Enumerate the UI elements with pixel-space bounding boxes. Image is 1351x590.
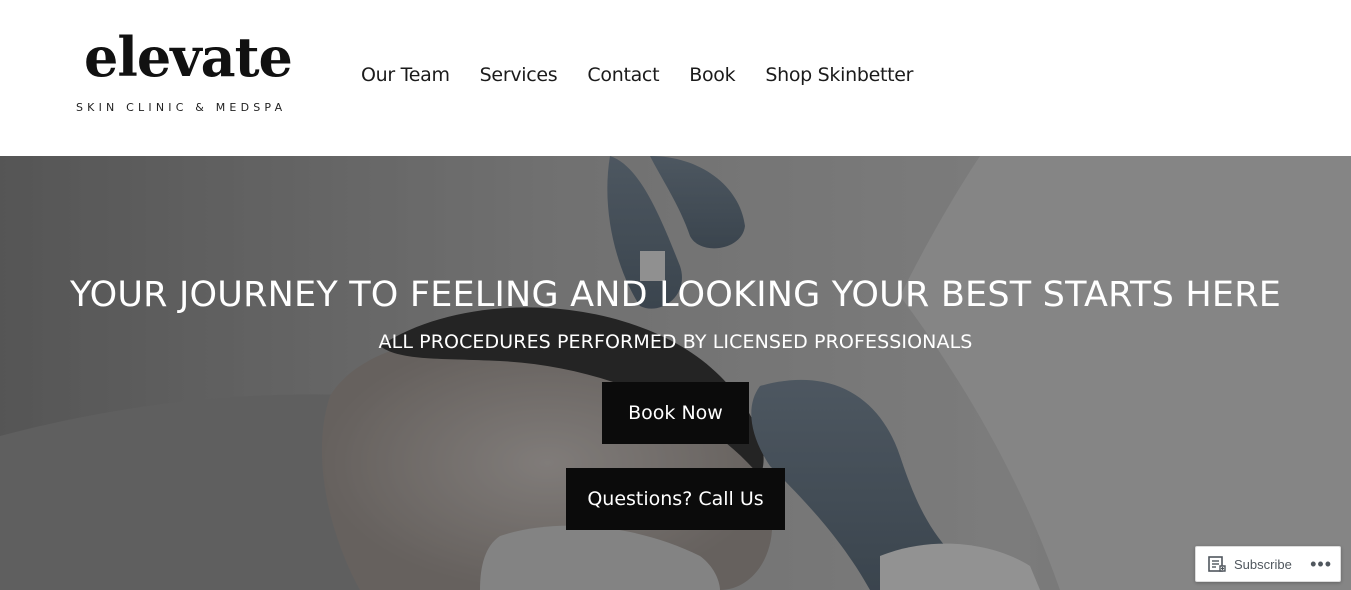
- main-nav: Our Team Services Contact Book Shop Skin…: [361, 64, 943, 86]
- nav-item-shop-skinbetter[interactable]: Shop Skinbetter: [765, 64, 913, 86]
- subscribe-button[interactable]: Subscribe: [1196, 547, 1292, 581]
- nav-item-services[interactable]: Services: [480, 64, 558, 86]
- logo-wordmark: elevate: [84, 25, 293, 89]
- subscribe-bar: Subscribe •••: [1195, 546, 1341, 582]
- nav-item-contact[interactable]: Contact: [587, 64, 659, 86]
- subscribe-label: Subscribe: [1234, 556, 1292, 572]
- nav-item-book[interactable]: Book: [689, 64, 735, 86]
- logo-tagline: SKIN CLINIC & MEDSPA: [76, 101, 287, 114]
- hero-subtitle: ALL PROCEDURES PERFORMED BY LICENSED PRO…: [378, 331, 973, 353]
- site-header: elevate SKIN CLINIC & MEDSPA Our Team Se…: [0, 0, 1351, 156]
- site-logo[interactable]: elevate SKIN CLINIC & MEDSPA: [76, 30, 326, 120]
- hero-section: YOUR JOURNEY TO FEELING AND LOOKING YOUR…: [0, 156, 1351, 590]
- nav-item-our-team[interactable]: Our Team: [361, 64, 450, 86]
- call-us-button[interactable]: Questions? Call Us: [566, 468, 785, 530]
- ellipsis-icon[interactable]: •••: [1310, 555, 1332, 573]
- hero-title: YOUR JOURNEY TO FEELING AND LOOKING YOUR…: [69, 275, 1282, 315]
- reader-icon: [1208, 556, 1226, 572]
- book-now-button[interactable]: Book Now: [602, 382, 749, 444]
